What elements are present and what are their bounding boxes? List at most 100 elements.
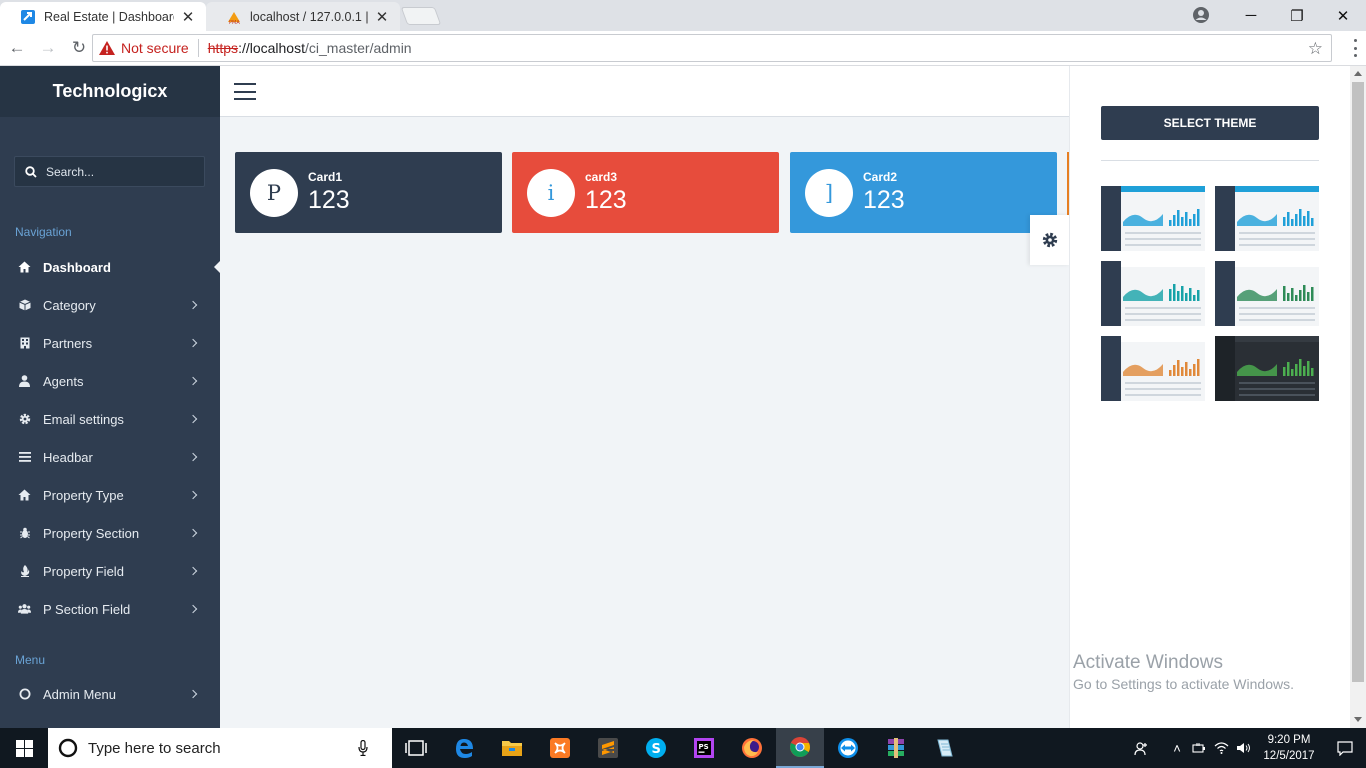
- chrome-icon[interactable]: [776, 728, 824, 768]
- search-input[interactable]: [46, 164, 196, 179]
- thumbnail-area-chart: [1237, 364, 1277, 376]
- thumbnail-row: [1239, 394, 1315, 396]
- theme-thumbnail[interactable]: [1101, 336, 1205, 401]
- thumbnail-sidebar: [1101, 336, 1121, 401]
- browser-address-bar: ← → ↻ Not secure https://localhost/ci_ma…: [0, 31, 1366, 66]
- skype-icon[interactable]: S: [632, 728, 680, 768]
- menu-heading: Menu: [15, 653, 46, 667]
- sidebar-item-admin-menu[interactable]: Admin Menu: [0, 675, 220, 713]
- thumbnail-bar: [1307, 292, 1310, 301]
- warning-icon: [99, 41, 115, 55]
- stat-card-1[interactable]: P Card1 123: [235, 152, 502, 233]
- theme-thumbnail[interactable]: [1101, 186, 1205, 251]
- taskbar-search-input[interactable]: [88, 739, 358, 757]
- phpstorm-icon[interactable]: PS: [680, 728, 728, 768]
- bookmark-star-icon[interactable]: ☆: [1308, 39, 1323, 59]
- stat-card-3[interactable]: ] Card2 123: [790, 152, 1057, 233]
- theme-thumbnail[interactable]: [1101, 261, 1205, 326]
- forward-arrow-icon[interactable]: →: [34, 34, 62, 62]
- thumbnail-bar: [1295, 214, 1298, 226]
- scrollbar-thumb[interactable]: [1352, 82, 1364, 682]
- thumbnail-bar: [1291, 288, 1294, 301]
- profile-icon[interactable]: [1192, 6, 1210, 24]
- chevron-up-icon[interactable]: ˄: [1166, 728, 1188, 768]
- thumbnail-bar: [1169, 370, 1172, 376]
- browser-tab-phpmyadmin[interactable]: PMA localhost / 127.0.0.1 | phpMyAdmin ✕: [206, 2, 400, 31]
- reload-icon[interactable]: ↻: [65, 34, 93, 62]
- battery-plug-icon[interactable]: [1188, 728, 1210, 768]
- sidebar-item-partners[interactable]: Partners: [0, 324, 220, 362]
- microphone-icon[interactable]: [358, 740, 368, 756]
- sidebar-search[interactable]: [14, 156, 205, 187]
- scroll-up-icon[interactable]: [1354, 71, 1362, 76]
- close-window-icon[interactable]: ✕: [1320, 0, 1366, 31]
- people-icon[interactable]: [1130, 728, 1152, 768]
- page-scrollbar[interactable]: [1350, 66, 1366, 728]
- task-view-icon[interactable]: [392, 728, 440, 768]
- card-title: Card2: [863, 169, 898, 184]
- chevron-right-icon: [188, 414, 198, 424]
- thumbnail-bar: [1193, 364, 1196, 376]
- sidebar-item-label: Dashboard: [43, 259, 111, 275]
- stat-card-2[interactable]: i card3 123: [512, 152, 779, 233]
- edge-browser-icon[interactable]: [440, 728, 488, 768]
- thumbnail-area-chart: [1123, 364, 1163, 376]
- theme-thumbnail[interactable]: [1215, 336, 1319, 401]
- theme-thumbnail[interactable]: [1215, 186, 1319, 251]
- system-tray: ˄ 9:20 PM 12/5/2017: [1130, 728, 1366, 768]
- brand-logo[interactable]: Technologicx: [0, 66, 220, 117]
- menu-list: Admin Menu: [0, 675, 220, 713]
- thumbnail-sidebar: [1215, 336, 1235, 401]
- sidebar-item-property-field[interactable]: Property Field: [0, 552, 220, 590]
- file-explorer-icon[interactable]: [488, 728, 536, 768]
- wifi-icon[interactable]: [1210, 728, 1232, 768]
- taskbar-search[interactable]: [48, 728, 392, 768]
- sublime-text-icon[interactable]: [584, 728, 632, 768]
- theme-settings-toggle[interactable]: [1030, 215, 1070, 265]
- chevron-right-icon: [188, 376, 198, 386]
- winrar-icon[interactable]: [872, 728, 920, 768]
- chevron-right-icon: [188, 452, 198, 462]
- thumbnail-row: [1125, 244, 1201, 246]
- thumbnail-preview: [1237, 359, 1315, 396]
- sidebar-item-property-section[interactable]: Property Section: [0, 514, 220, 552]
- sidebar-item-property-type[interactable]: Property Type: [0, 476, 220, 514]
- hamburger-menu-icon[interactable]: [234, 83, 256, 100]
- close-tab-icon[interactable]: ✕: [180, 8, 196, 26]
- browser-menu-icon[interactable]: [1354, 39, 1358, 57]
- action-center-icon[interactable]: [1324, 728, 1366, 768]
- thumbnail-bar: [1189, 288, 1192, 301]
- minimize-icon[interactable]: ─: [1228, 0, 1274, 31]
- restore-icon[interactable]: ❐: [1274, 0, 1320, 31]
- not-secure-label[interactable]: Not secure: [121, 40, 189, 56]
- omnibox-divider: [197, 39, 199, 57]
- back-arrow-icon[interactable]: ←: [3, 34, 31, 62]
- select-theme-button[interactable]: SELECT THEME: [1101, 106, 1319, 140]
- scroll-down-icon[interactable]: [1354, 717, 1362, 722]
- sidebar-item-agents[interactable]: Agents: [0, 362, 220, 400]
- sidebar-item-headbar[interactable]: Headbar: [0, 438, 220, 476]
- firefox-icon[interactable]: [728, 728, 776, 768]
- svg-text:PS: PS: [699, 743, 709, 751]
- phpmyadmin-favicon-icon: PMA: [226, 9, 242, 25]
- thumbnail-row: [1239, 319, 1315, 321]
- sidebar-item-label: Property Type: [43, 487, 124, 503]
- theme-thumbnail[interactable]: [1215, 261, 1319, 326]
- browser-tab-dashboard[interactable]: Real Estate | Dashboard ✕: [0, 2, 206, 31]
- sidebar-item-email-settings[interactable]: Email settings: [0, 400, 220, 438]
- close-tab-icon[interactable]: ✕: [374, 8, 390, 26]
- xampp-icon[interactable]: [536, 728, 584, 768]
- sidebar-item-category[interactable]: Category: [0, 286, 220, 324]
- new-tab-button[interactable]: [400, 7, 442, 25]
- url-omnibox[interactable]: Not secure https://localhost/ci_master/a…: [92, 34, 1332, 62]
- volume-icon[interactable]: [1232, 728, 1254, 768]
- taskbar-clock[interactable]: 9:20 PM 12/5/2017: [1254, 732, 1324, 764]
- notepad-icon[interactable]: [920, 728, 968, 768]
- sidebar-item-dashboard[interactable]: Dashboard: [0, 248, 220, 286]
- chevron-right-icon: [188, 338, 198, 348]
- sidebar-item-p-section-field[interactable]: P Section Field: [0, 590, 220, 628]
- thumbnail-row: [1239, 232, 1315, 234]
- teamviewer-icon[interactable]: [824, 728, 872, 768]
- windows-start-icon[interactable]: [0, 728, 48, 768]
- cortana-icon: [58, 738, 78, 758]
